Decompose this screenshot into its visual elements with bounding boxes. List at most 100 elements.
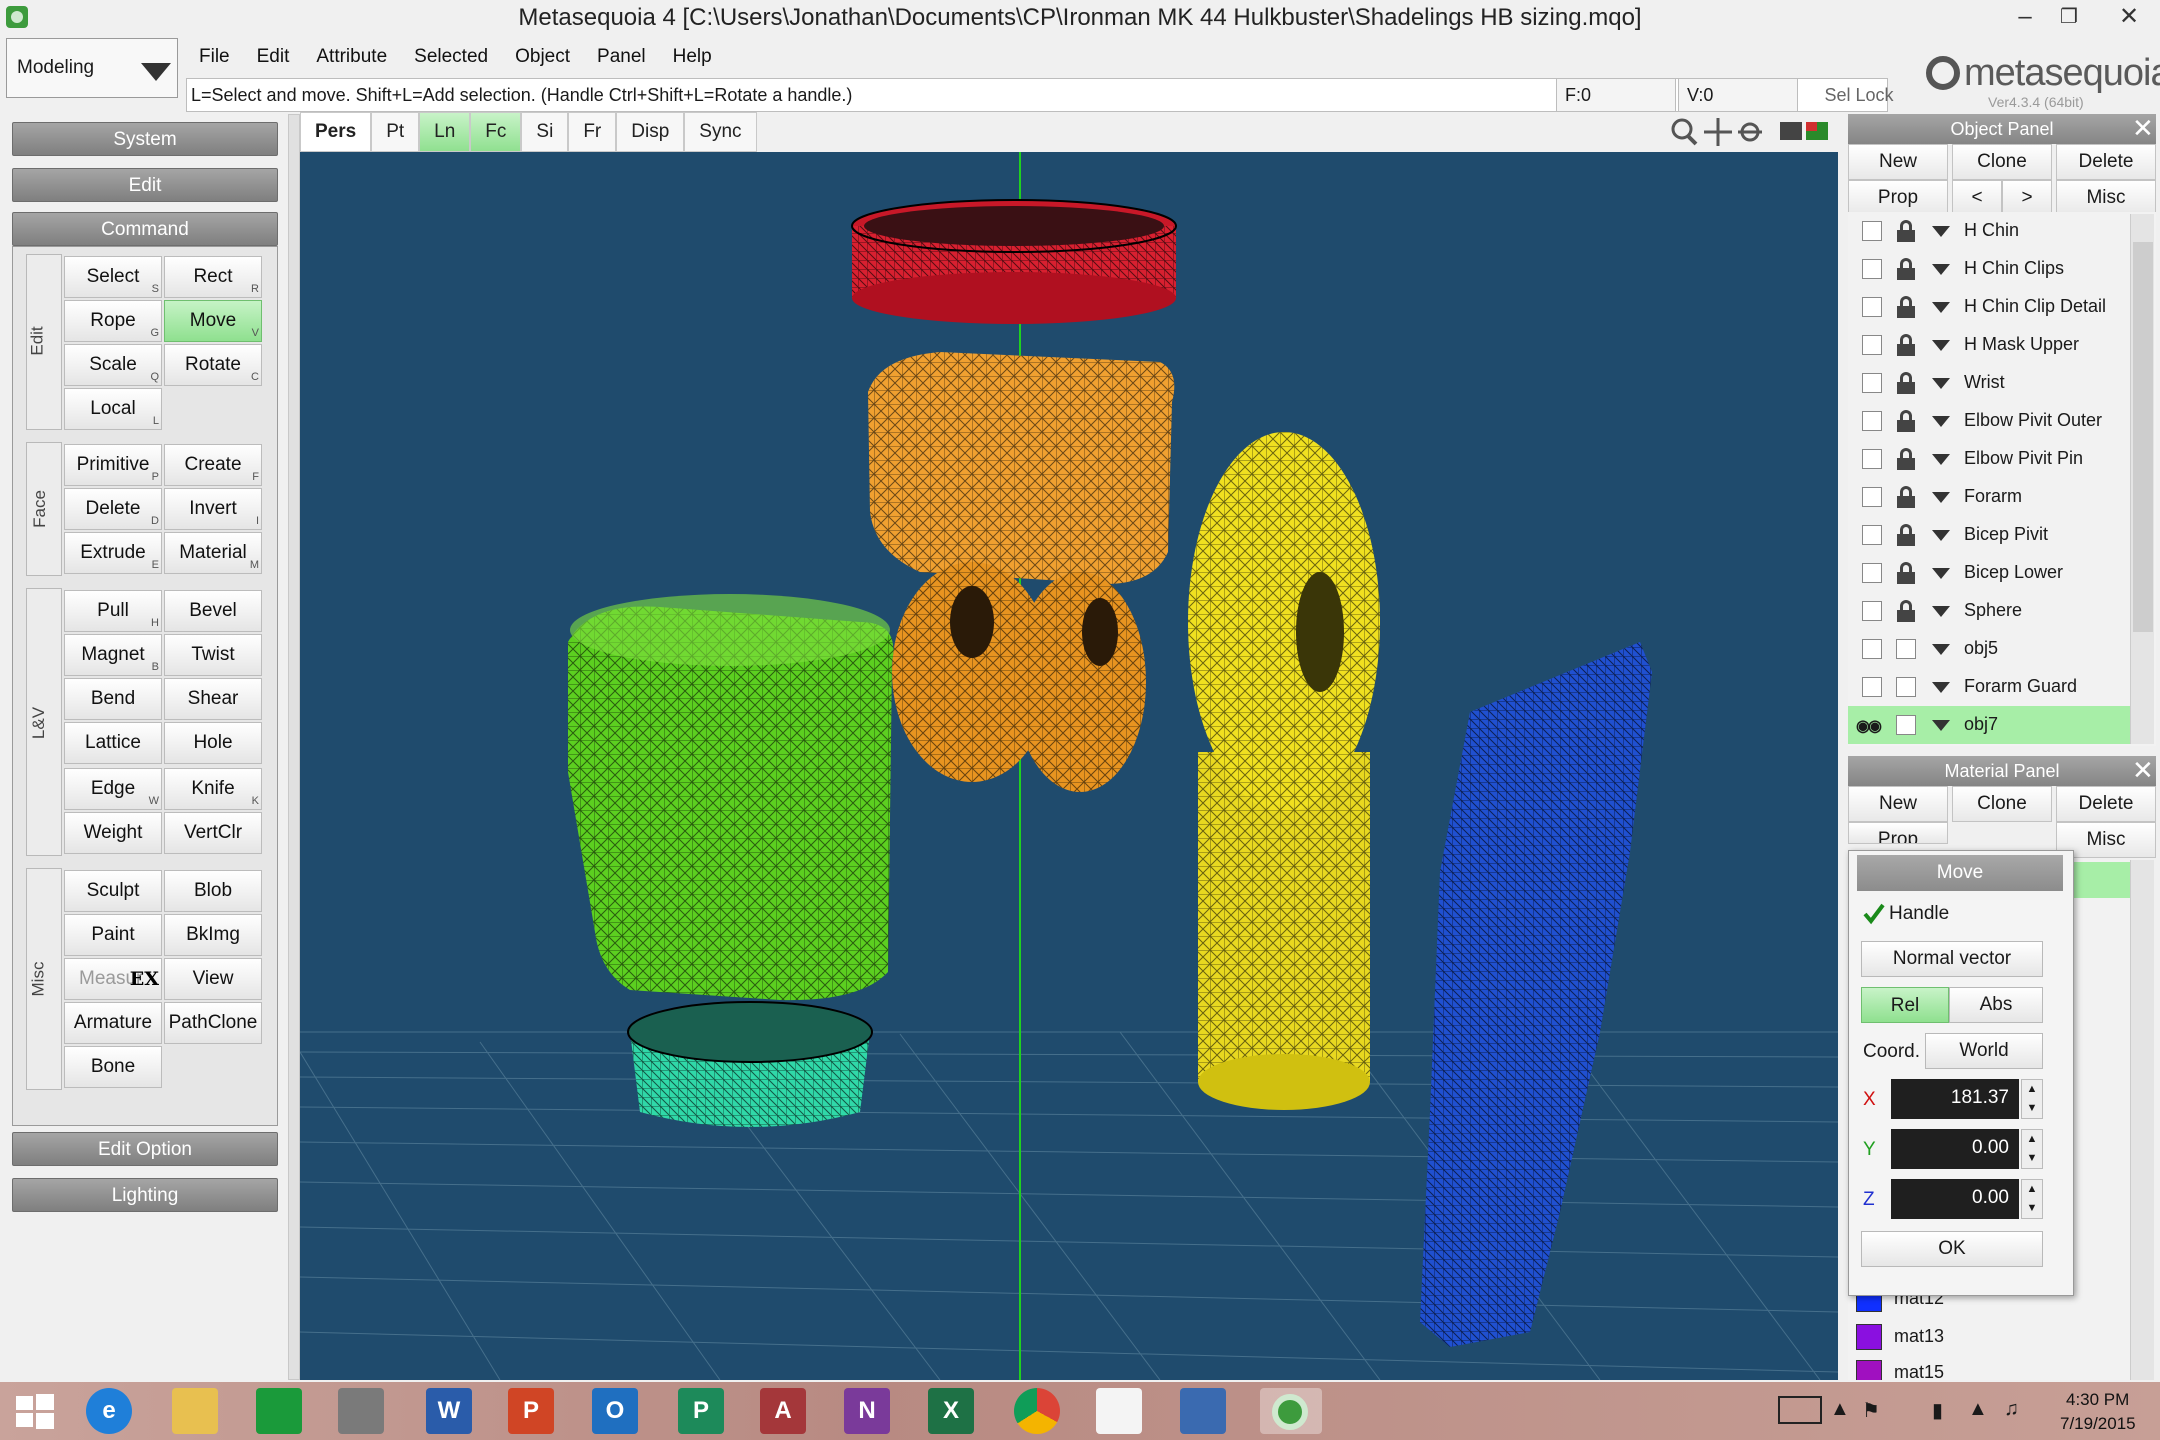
- object-row[interactable]: Forarm Guard: [1848, 668, 2130, 706]
- left-scrollbar[interactable]: [288, 114, 300, 1380]
- word-icon[interactable]: W: [426, 1388, 472, 1434]
- weight-button[interactable]: Weight: [64, 812, 162, 854]
- visibility-checkbox[interactable]: [1862, 677, 1882, 697]
- fr-button[interactable]: Fr: [568, 112, 617, 152]
- lock-icon[interactable]: [1896, 448, 1916, 470]
- fc-button[interactable]: Fc: [470, 112, 522, 152]
- eye-icon[interactable]: ◉◉: [1856, 716, 1882, 736]
- pers-button[interactable]: Pers: [300, 112, 372, 152]
- visibility-checkbox[interactable]: [1862, 601, 1882, 621]
- rel-toggle[interactable]: Rel: [1861, 987, 1949, 1023]
- menu-object[interactable]: Object: [504, 40, 586, 72]
- file-explorer-icon[interactable]: [172, 1388, 218, 1434]
- local-button[interactable]: Local L: [64, 388, 162, 430]
- close-button[interactable]: ✕: [2100, 0, 2158, 34]
- y-spinner[interactable]: ▲ ▼: [2021, 1129, 2043, 1169]
- disp-button[interactable]: Disp: [616, 112, 685, 152]
- vertclr-button[interactable]: VertClr: [164, 812, 262, 854]
- visibility-checkbox[interactable]: [1862, 259, 1882, 279]
- green-part-mesh[interactable]: [568, 594, 894, 1001]
- object-new-button[interactable]: New: [1848, 144, 1948, 180]
- material-button[interactable]: Material M: [164, 532, 262, 574]
- expand-icon[interactable]: [1932, 340, 1950, 351]
- ln-button[interactable]: Ln: [419, 112, 471, 152]
- lock-icon[interactable]: [1896, 372, 1916, 394]
- expand-icon[interactable]: [1932, 606, 1950, 617]
- expand-icon[interactable]: [1932, 264, 1950, 275]
- edit-panel-header[interactable]: Edit: [12, 168, 278, 202]
- bend-button[interactable]: Bend: [64, 678, 162, 720]
- magnet-button[interactable]: Magnet B: [64, 634, 162, 676]
- z-value-input[interactable]: 0.00: [1891, 1179, 2019, 1219]
- apps-grid-icon[interactable]: [1096, 1388, 1142, 1434]
- material-swatch[interactable]: [1856, 1324, 1882, 1350]
- lattice-button[interactable]: Lattice: [64, 722, 162, 764]
- object-row[interactable]: H Mask Upper: [1848, 326, 2130, 364]
- mode-dropdown[interactable]: Modeling: [6, 38, 178, 98]
- bkimg-button[interactable]: BkImg: [164, 914, 262, 956]
- move-button[interactable]: Move V: [164, 300, 262, 342]
- object-row[interactable]: Elbow Pivit Pin: [1848, 440, 2130, 478]
- create-button[interactable]: Create F: [164, 444, 262, 486]
- lock-checkbox[interactable]: [1896, 677, 1916, 697]
- scale-button[interactable]: Scale Q: [64, 344, 162, 386]
- restore-button[interactable]: ❐: [2040, 0, 2098, 34]
- clock-time[interactable]: 4:30 PM: [2066, 1390, 2129, 1410]
- expand-icon[interactable]: [1932, 302, 1950, 313]
- store-icon[interactable]: [256, 1388, 302, 1434]
- material-name[interactable]: mat13: [1894, 1326, 1944, 1347]
- access-icon[interactable]: A: [760, 1388, 806, 1434]
- material-list-scrollbar[interactable]: [2130, 860, 2154, 1380]
- visibility-checkbox[interactable]: [1862, 525, 1882, 545]
- coord-select[interactable]: World: [1925, 1033, 2043, 1069]
- expand-icon[interactable]: [1932, 378, 1950, 389]
- bevel-button[interactable]: Bevel: [164, 590, 262, 632]
- expand-icon[interactable]: [1932, 226, 1950, 237]
- expand-icon[interactable]: [1932, 682, 1950, 693]
- lock-icon[interactable]: [1896, 296, 1916, 318]
- material-swatch[interactable]: [1856, 1360, 1882, 1380]
- lock-icon[interactable]: [1896, 258, 1916, 280]
- close-icon[interactable]: ✕: [2132, 114, 2154, 142]
- sel-lock-button[interactable]: Sel Lock: [1800, 78, 1918, 112]
- armature-button[interactable]: Armature: [64, 1002, 162, 1044]
- material-name[interactable]: mat15: [1894, 1362, 1944, 1380]
- rotate-button[interactable]: Rotate C: [164, 344, 262, 386]
- battery-icon[interactable]: ▮: [1932, 1398, 1943, 1423]
- knife-button[interactable]: Knife K: [164, 768, 262, 810]
- close-icon[interactable]: ✕: [2132, 756, 2154, 784]
- select-button[interactable]: Select S: [64, 256, 162, 298]
- object-row[interactable]: H Chin Clip Detail: [1848, 288, 2130, 326]
- teal-ring-mesh[interactable]: [627, 1001, 873, 1127]
- publisher-icon[interactable]: P: [678, 1388, 724, 1434]
- red-ring-mesh[interactable]: [851, 199, 1177, 324]
- x-value-input[interactable]: 181.37: [1891, 1079, 2019, 1119]
- twist-button[interactable]: Twist: [164, 634, 262, 676]
- layout-icon[interactable]: [1780, 122, 1828, 140]
- handle-checkbox[interactable]: [1863, 903, 1885, 925]
- action-center-icon[interactable]: ⚑: [1862, 1398, 1880, 1423]
- expand-icon[interactable]: [1932, 416, 1950, 427]
- y-value-input[interactable]: 0.00: [1891, 1129, 2019, 1169]
- rope-button[interactable]: Rope G: [64, 300, 162, 342]
- ok-button[interactable]: OK: [1861, 1231, 2043, 1267]
- onenote-icon[interactable]: N: [844, 1388, 890, 1434]
- sync-button[interactable]: Sync: [684, 112, 757, 152]
- material-prop-button[interactable]: Prop: [1848, 822, 1948, 844]
- object-prev-button[interactable]: <: [1952, 180, 2002, 216]
- blue-part-mesh[interactable]: [1420, 642, 1652, 1347]
- edit-option-header[interactable]: Edit Option: [12, 1132, 278, 1166]
- visibility-checkbox[interactable]: [1862, 335, 1882, 355]
- visibility-checkbox[interactable]: [1862, 563, 1882, 583]
- object-list-scrollbar[interactable]: [2130, 214, 2154, 744]
- volume-icon[interactable]: ♫: [2004, 1398, 2019, 1421]
- object-row[interactable]: Forarm: [1848, 478, 2130, 516]
- visibility-checkbox[interactable]: [1862, 487, 1882, 507]
- si-button[interactable]: Si: [521, 112, 569, 152]
- menu-panel[interactable]: Panel: [586, 40, 662, 72]
- menu-attribute[interactable]: Attribute: [305, 40, 403, 72]
- lock-icon[interactable]: [1896, 600, 1916, 622]
- keyboard-icon[interactable]: [1778, 1396, 1822, 1424]
- expand-icon[interactable]: [1932, 568, 1950, 579]
- internet-explorer-icon[interactable]: e: [86, 1388, 132, 1434]
